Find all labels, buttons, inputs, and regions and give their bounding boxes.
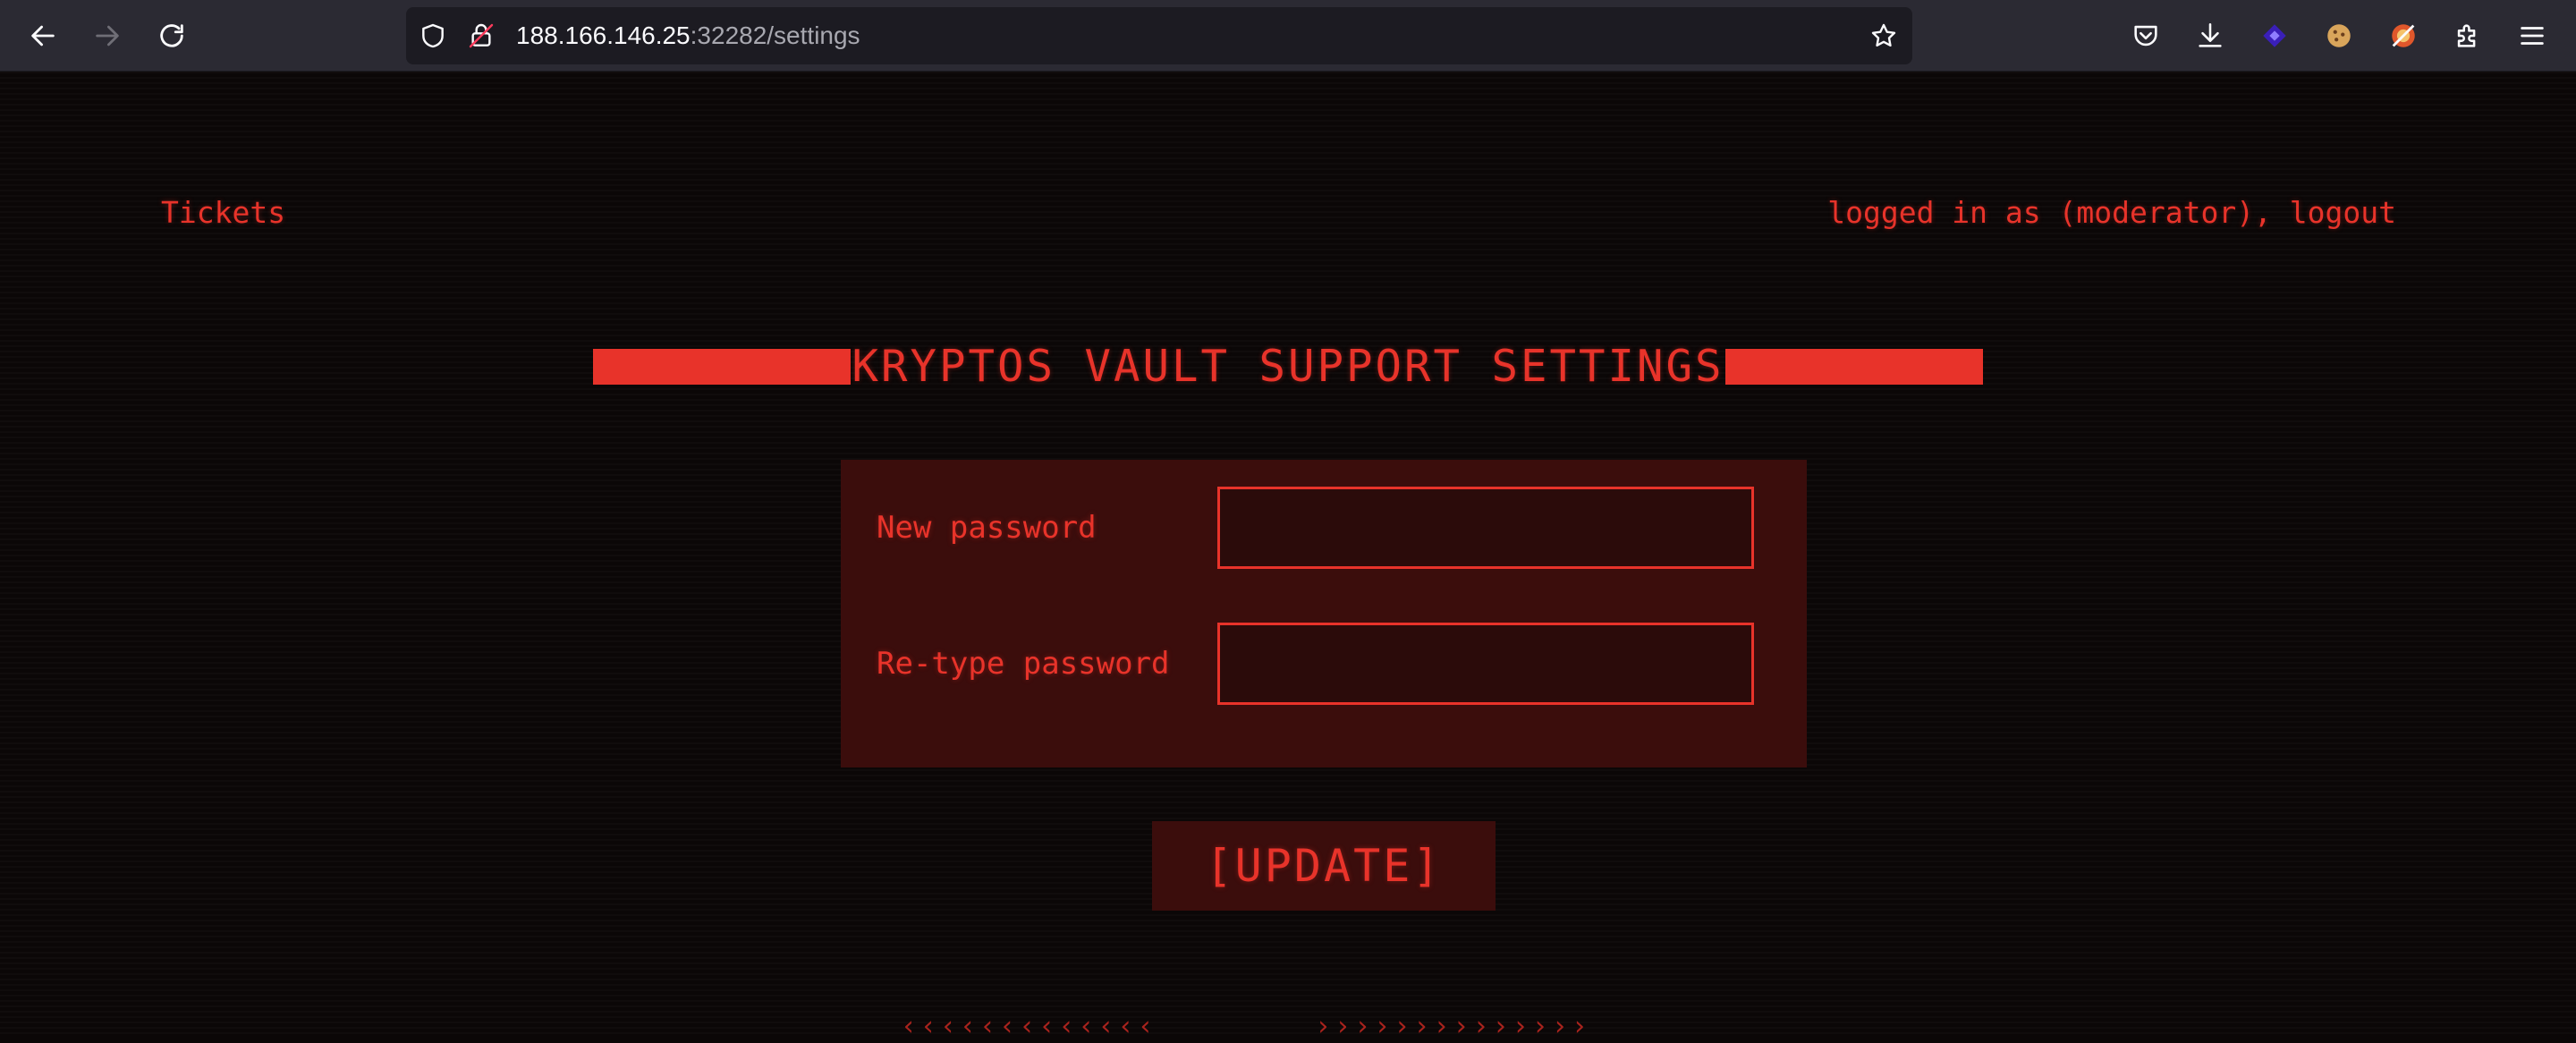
forward-icon bbox=[96, 25, 119, 47]
settings-form: New password Re-type password bbox=[841, 460, 1807, 767]
extensions-button[interactable] bbox=[2450, 18, 2486, 54]
retype-password-input[interactable] bbox=[1217, 623, 1754, 705]
extensions-puzzle-icon bbox=[2457, 24, 2476, 47]
left-arrows-decoration: ‹‹‹‹‹‹‹‹‹‹‹‹‹ bbox=[901, 1011, 1157, 1042]
new-password-label: New password bbox=[877, 510, 1097, 546]
title-bar-left bbox=[593, 349, 851, 385]
extension-orange-button[interactable] bbox=[2385, 18, 2421, 54]
back-icon bbox=[31, 25, 55, 47]
browser-toolbar: 188.166.146.25:32282/settings bbox=[0, 0, 2576, 72]
retype-password-label: Re-type password bbox=[877, 646, 1170, 682]
downloads-button[interactable] bbox=[2192, 18, 2228, 54]
tickets-link[interactable]: Tickets bbox=[161, 195, 285, 231]
extension-purple-button[interactable] bbox=[2257, 18, 2292, 54]
bookmark-star-icon[interactable] bbox=[1869, 21, 1898, 50]
menu-icon bbox=[2521, 27, 2544, 45]
url-host: 188.166.146.25 bbox=[516, 21, 691, 49]
reload-button[interactable] bbox=[150, 14, 193, 57]
shield-icon[interactable] bbox=[419, 21, 447, 50]
url-text[interactable]: 188.166.146.25:32282/settings bbox=[516, 7, 860, 64]
url-bar[interactable]: 188.166.146.25:32282/settings bbox=[406, 7, 1912, 64]
page-content: Tickets logged in as (moderator), logout… bbox=[0, 72, 2576, 1042]
insecure-lock-icon[interactable] bbox=[467, 21, 496, 50]
extension-orange-icon bbox=[2392, 24, 2415, 47]
back-button[interactable] bbox=[21, 14, 64, 57]
extension-purple-icon bbox=[2263, 24, 2286, 47]
new-password-input[interactable] bbox=[1217, 487, 1754, 569]
session-logout-link[interactable]: logged in as (moderator), logout bbox=[1827, 195, 2396, 231]
update-button[interactable]: [UPDATE] bbox=[1152, 821, 1496, 911]
pocket-button[interactable] bbox=[2128, 18, 2164, 54]
app-menu-button[interactable] bbox=[2514, 18, 2550, 54]
url-path: :32282/settings bbox=[690, 21, 860, 49]
title-bar-right bbox=[1725, 349, 1983, 385]
page-title: KRYPTOS VAULT SUPPORT SETTINGS bbox=[852, 341, 1724, 392]
download-icon bbox=[2199, 22, 2222, 47]
forward-button[interactable] bbox=[86, 14, 129, 57]
right-arrows-decoration: ›››››››››››››› bbox=[1315, 1011, 1591, 1042]
pocket-icon bbox=[2134, 25, 2157, 47]
cookie-button[interactable] bbox=[2321, 18, 2357, 54]
cookie-icon bbox=[2327, 24, 2351, 47]
reload-icon bbox=[160, 24, 183, 47]
